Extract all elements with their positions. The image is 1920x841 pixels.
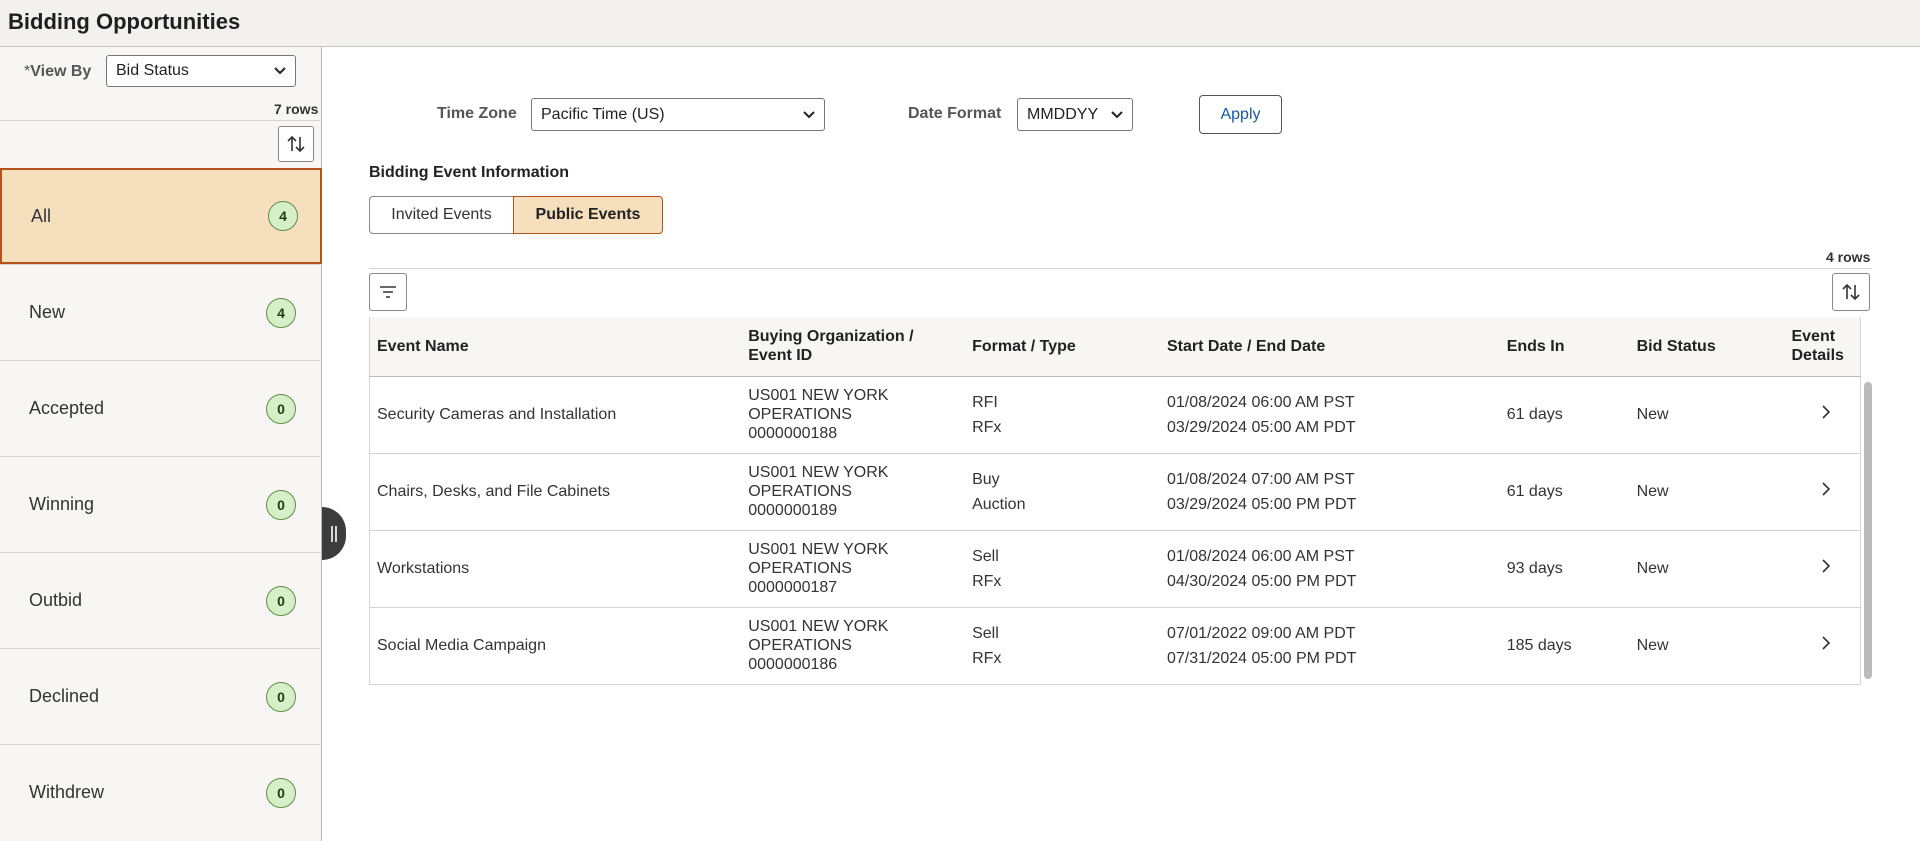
- bid-status: New: [1636, 560, 1669, 577]
- count-badge: 0: [266, 393, 296, 424]
- count-badge: 4: [266, 297, 296, 328]
- sidebar-item-new[interactable]: New 4: [0, 264, 322, 360]
- bid-status: New: [1636, 406, 1669, 423]
- tab-public-events[interactable]: Public Events: [513, 196, 663, 234]
- grid-scrollbar[interactable]: [1864, 382, 1872, 679]
- page-header: Bidding Opportunities: [0, 0, 1920, 47]
- grid-rows-count: 4 rows: [1826, 249, 1871, 265]
- sidebar-item-accepted[interactable]: Accepted 0: [0, 360, 322, 456]
- sidebar-item-label: New: [29, 302, 66, 322]
- column-header-event-name[interactable]: Event Name: [369, 317, 742, 377]
- count-badge: 0: [266, 681, 296, 712]
- sort-icon: [1842, 283, 1860, 301]
- format-type: Buy Auction: [972, 470, 1026, 513]
- sidebar-collapse-handle[interactable]: [322, 507, 346, 560]
- section-title: Bidding Event Information: [369, 164, 569, 181]
- format-type: RFI RFx: [972, 393, 1002, 436]
- filter-button[interactable]: [369, 273, 407, 311]
- grid-sort-button[interactable]: [1832, 273, 1870, 311]
- filter-icon: [380, 286, 396, 298]
- table-row[interactable]: Security Cameras and Installation US001 …: [369, 376, 1861, 453]
- sidebar: *View By Bid Status 7 rows All 4 New 4 A…: [0, 47, 322, 841]
- event-details-button[interactable]: [1784, 607, 1860, 684]
- ends-in: 93 days: [1506, 560, 1563, 577]
- sidebar-item-label: Accepted: [29, 398, 105, 418]
- column-header-dates[interactable]: Start Date / End Date: [1159, 317, 1500, 377]
- events-table: Event Name Buying Organization / Event ID…: [369, 317, 1861, 685]
- page-title: Bidding Opportunities: [8, 9, 241, 34]
- event-name: Social Media Campaign: [377, 637, 546, 654]
- format-type: Sell RFx: [972, 624, 1002, 667]
- grid-toolbar: [369, 268, 1872, 317]
- count-badge: 0: [266, 489, 296, 520]
- column-header-bid-status[interactable]: Bid Status: [1629, 317, 1785, 377]
- date-format-label: Date Format: [908, 105, 1002, 122]
- bid-status: New: [1636, 637, 1669, 654]
- ends-in: 61 days: [1506, 483, 1563, 500]
- sidebar-item-label: Withdrew: [29, 782, 105, 802]
- sidebar-item-declined[interactable]: Declined 0: [0, 648, 322, 744]
- chevron-right-icon: [1822, 482, 1830, 496]
- sidebar-toolbar: [0, 120, 322, 169]
- chevron-right-icon: [1822, 559, 1830, 573]
- sidebar-item-label: Winning: [29, 494, 95, 514]
- start-end-date: 07/01/2022 09:00 AM PDT 07/31/2024 05:00 …: [1166, 624, 1357, 667]
- column-header-ends-in[interactable]: Ends In: [1499, 317, 1630, 377]
- tab-invited-events[interactable]: Invited Events: [369, 196, 514, 234]
- bid-status: New: [1636, 483, 1669, 500]
- sidebar-item-all[interactable]: All 4: [0, 168, 322, 264]
- view-by-label: *View By: [24, 63, 92, 80]
- time-zone-label: Time Zone: [437, 105, 517, 122]
- count-badge: 4: [268, 201, 298, 231]
- sidebar-item-winning[interactable]: Winning 0: [0, 456, 322, 552]
- buying-org: US001 NEW YORK OPERATIONS 0000000189: [748, 464, 889, 519]
- event-details-button[interactable]: [1784, 453, 1860, 530]
- column-header-buying-org[interactable]: Buying Organization / Event ID: [741, 317, 966, 377]
- chevron-down-icon: [803, 110, 815, 118]
- table-row[interactable]: Chairs, Desks, and File Cabinets US001 N…: [369, 453, 1861, 530]
- start-end-date: 01/08/2024 06:00 AM PST 03/29/2024 05:00 …: [1166, 393, 1356, 436]
- sidebar-item-label: Outbid: [29, 590, 83, 610]
- view-by-select[interactable]: Bid Status: [106, 55, 296, 87]
- chevron-right-icon: [1822, 405, 1830, 419]
- event-name: Chairs, Desks, and File Cabinets: [377, 483, 610, 500]
- count-badge: 0: [266, 585, 296, 616]
- sidebar-sort-button[interactable]: [278, 126, 314, 162]
- event-name: Workstations: [377, 560, 470, 577]
- ends-in: 61 days: [1506, 406, 1563, 423]
- sidebar-item-outbid[interactable]: Outbid 0: [0, 552, 322, 648]
- sidebar-rows-count: 7 rows: [274, 101, 319, 117]
- buying-org: US001 NEW YORK OPERATIONS 0000000187: [748, 541, 889, 596]
- sidebar-item-label: All: [31, 205, 52, 226]
- table-header-row: Event Name Buying Organization / Event ID…: [369, 317, 1861, 377]
- event-name: Security Cameras and Installation: [377, 406, 617, 423]
- column-header-event-details: Event Details: [1784, 317, 1861, 377]
- table-row[interactable]: Social Media Campaign US001 NEW YORK OPER…: [369, 607, 1861, 684]
- count-badge: 0: [266, 777, 296, 808]
- table-row[interactable]: Workstations US001 NEW YORK OPERATIONS 000…: [369, 530, 1861, 607]
- date-format-select[interactable]: MMDDYY: [1017, 98, 1133, 131]
- event-details-button[interactable]: [1784, 530, 1860, 607]
- sidebar-item-label: Declined: [29, 686, 100, 706]
- collapse-handle-icon: [331, 525, 337, 542]
- format-type: Sell RFx: [972, 547, 1002, 590]
- column-header-format-type[interactable]: Format / Type: [965, 317, 1160, 377]
- start-end-date: 01/08/2024 06:00 AM PST 04/30/2024 05:00 …: [1166, 547, 1357, 590]
- buying-org: US001 NEW YORK OPERATIONS 0000000188: [748, 387, 889, 442]
- chevron-down-icon: [274, 67, 286, 75]
- chevron-down-icon: [1111, 110, 1123, 118]
- chevron-right-icon: [1822, 636, 1830, 650]
- apply-button[interactable]: Apply: [1199, 95, 1282, 134]
- event-details-button[interactable]: [1784, 376, 1860, 453]
- time-zone-select[interactable]: Pacific Time (US): [531, 98, 825, 131]
- start-end-date: 01/08/2024 07:00 AM PST 03/29/2024 05:00 …: [1166, 470, 1357, 513]
- sort-icon: [287, 135, 305, 153]
- ends-in: 185 days: [1506, 637, 1572, 654]
- sidebar-item-withdrew[interactable]: Withdrew 0: [0, 744, 322, 840]
- buying-org: US001 NEW YORK OPERATIONS 0000000186: [748, 618, 889, 673]
